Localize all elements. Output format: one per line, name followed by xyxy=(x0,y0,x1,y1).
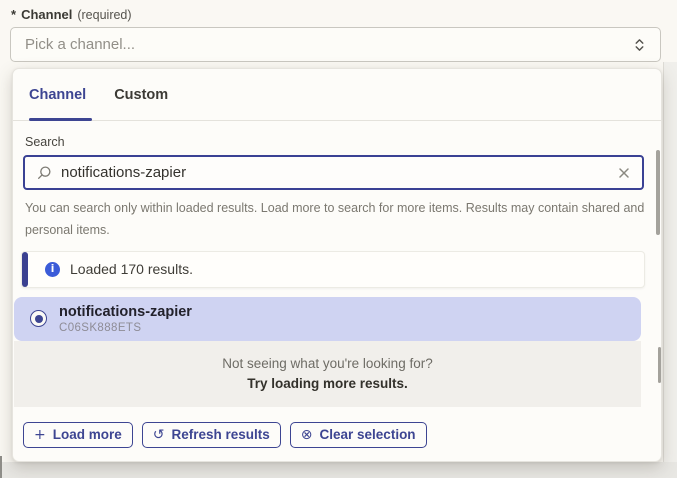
result-title: notifications-zapier xyxy=(59,304,192,320)
alert-accent-bar xyxy=(22,252,28,287)
search-input[interactable] xyxy=(61,164,608,181)
channel-dropdown-panel: Channel Custom Search You can search onl… xyxy=(12,68,662,462)
load-more-label: Load more xyxy=(53,427,122,442)
clear-search-button[interactable] xyxy=(617,166,631,180)
refresh-results-button[interactable]: ↺ Refresh results xyxy=(142,422,281,448)
alert-text: Loaded 170 results. xyxy=(70,261,193,277)
refresh-icon: ↺ xyxy=(153,428,165,442)
chevron-updown-icon xyxy=(633,37,646,53)
hint-suggestion: Try loading more results. xyxy=(14,376,641,391)
clear-selection-label: Clear selection xyxy=(320,427,416,442)
radio-selected-icon[interactable] xyxy=(30,310,47,327)
scrollbar-thumb[interactable] xyxy=(656,150,660,235)
circle-x-icon: ⊗ xyxy=(301,428,313,442)
result-id: C06SK888ETS xyxy=(59,322,192,334)
tab-channel[interactable]: Channel xyxy=(29,69,92,120)
required-marker: * xyxy=(11,7,16,22)
close-icon xyxy=(617,166,631,180)
loaded-results-alert: i Loaded 170 results. xyxy=(21,251,645,288)
hint-question: Not seeing what you're looking for? xyxy=(14,356,641,371)
plus-icon: + xyxy=(34,428,46,442)
result-option-selected[interactable]: notifications-zapier C06SK888ETS xyxy=(14,297,641,341)
required-note: (required) xyxy=(77,8,131,22)
channel-field-label: * Channel (required) xyxy=(11,7,132,22)
search-icon xyxy=(36,165,52,181)
search-label: Search xyxy=(25,135,651,149)
page-left-edge xyxy=(0,456,2,478)
channel-select-placeholder: Pick a channel... xyxy=(25,36,633,53)
field-name: Channel xyxy=(21,7,72,22)
result-texts: notifications-zapier C06SK888ETS xyxy=(59,304,192,334)
page-bottom-strip xyxy=(0,462,677,478)
dropdown-actions: + Load more ↺ Refresh results ⊗ Clear se… xyxy=(23,422,661,448)
search-help-text: You can search only within loaded result… xyxy=(25,198,647,242)
dropdown-tabs: Channel Custom xyxy=(13,69,661,121)
not-seeing-hint: Not seeing what you're looking for? Try … xyxy=(14,341,641,407)
load-more-button[interactable]: + Load more xyxy=(23,422,133,448)
page-edge-strip xyxy=(663,62,677,478)
channel-picker-screen: * Channel (required) Pick a channel... C… xyxy=(0,0,677,478)
clear-selection-button[interactable]: ⊗ Clear selection xyxy=(290,422,427,448)
info-icon: i xyxy=(45,262,60,277)
channel-select[interactable]: Pick a channel... xyxy=(10,27,661,62)
scrollbar-thumb[interactable] xyxy=(658,347,661,383)
search-box xyxy=(23,155,644,190)
refresh-results-label: Refresh results xyxy=(171,427,269,442)
tab-custom[interactable]: Custom xyxy=(114,69,174,120)
